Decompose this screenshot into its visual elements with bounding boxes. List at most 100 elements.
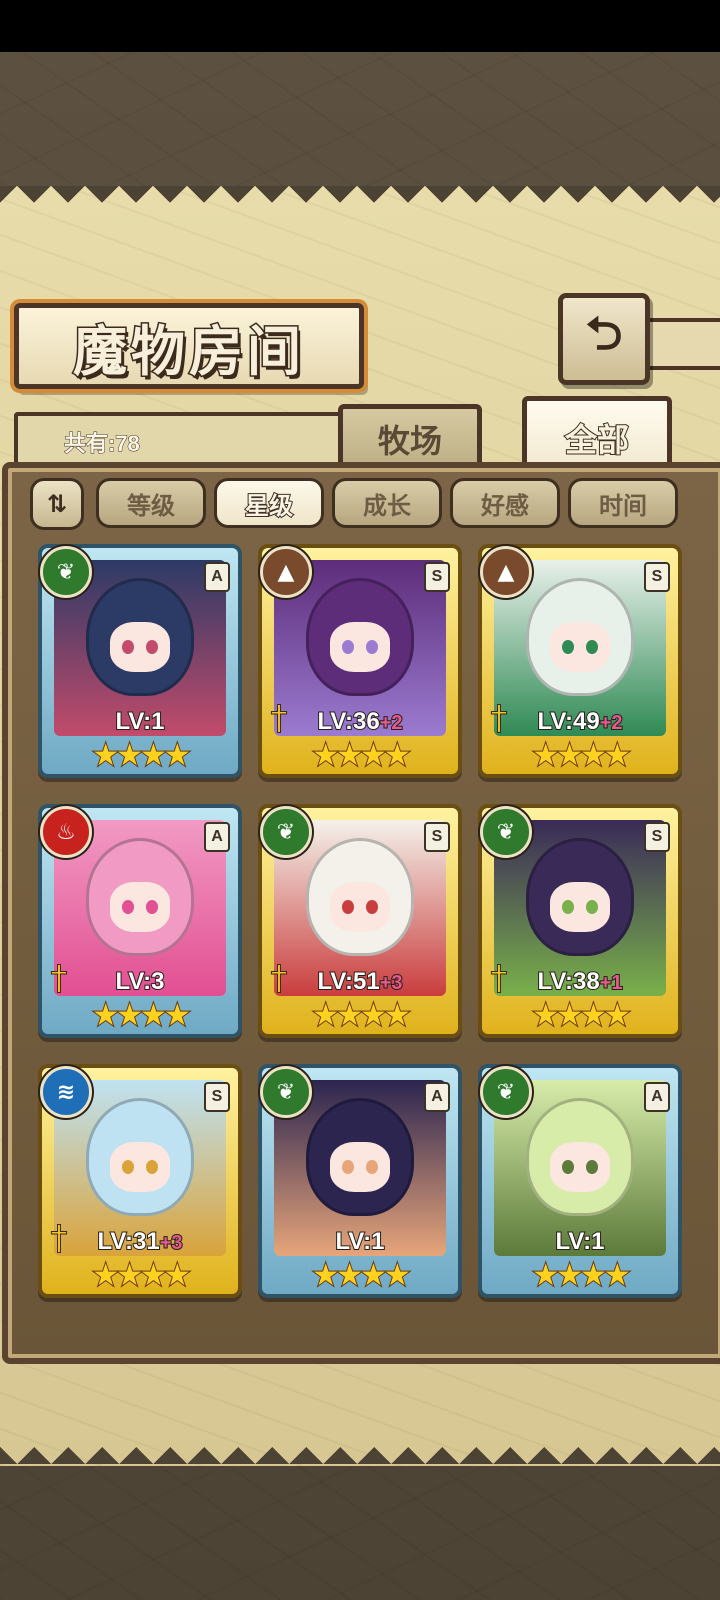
monster-face [330, 622, 390, 672]
monster-level-value: LV:1 [555, 1227, 606, 1256]
monster-level: LV:49+2 [482, 707, 678, 736]
monster-card[interactable]: ♨ A † LV:3 ★★★★ [38, 804, 242, 1038]
monster-card[interactable]: ❦ A LV:1 ★★★★ [478, 1064, 682, 1298]
title-plate: 魔物房间 [14, 303, 364, 389]
star-rating: ★★★★ [531, 997, 632, 1034]
monster-level: LV:51+3 [262, 967, 458, 996]
sort-button-label: 星级 [244, 491, 294, 521]
monster-eye [562, 640, 574, 654]
monster-face [330, 1142, 390, 1192]
monster-level-value: LV:36 [316, 707, 380, 736]
monster-face [110, 1142, 170, 1192]
water-icon: ≋ [40, 1066, 92, 1118]
sort-button-affection[interactable]: 好感 [450, 478, 560, 528]
star-rating: ★★★★ [91, 997, 192, 1034]
monster-level-value: LV:51 [316, 967, 380, 996]
monster-level: LV:31+3 [42, 1227, 238, 1256]
sort-button-label: 好感 [481, 491, 529, 520]
monster-level: LV:1 [42, 707, 238, 736]
monster-level: LV:38+1 [482, 967, 678, 996]
sort-button-growth[interactable]: 成长 [332, 478, 442, 528]
leaf-icon: ❦ [260, 1066, 312, 1118]
rank-badge: S [204, 1082, 230, 1112]
monster-level-bonus: +2 [599, 711, 624, 735]
monster-eye [562, 1160, 574, 1174]
rank-badge: A [204, 822, 230, 852]
rank-badge: A [644, 1082, 670, 1112]
mountain-icon: ▲ [260, 546, 312, 598]
monster-card[interactable]: ❦ A LV:1 ★★★★ [38, 544, 242, 778]
monster-face [110, 882, 170, 932]
star-rating: ★★★★ [311, 1257, 412, 1294]
monster-eye [342, 640, 354, 654]
monster-level-value: LV:49 [536, 707, 600, 736]
tab-ranch[interactable]: 牧场 [338, 404, 482, 469]
sort-button-label: 成长 [363, 491, 411, 520]
monster-eye [366, 640, 378, 654]
monster-level-bonus: +1 [599, 971, 624, 995]
monster-eye [586, 900, 598, 914]
monster-face [330, 882, 390, 932]
monster-level-value: LV:3 [115, 967, 166, 996]
monster-level-value: LV:1 [115, 707, 166, 736]
star-rating: ★★★★ [311, 997, 412, 1034]
monster-eye [122, 640, 134, 654]
status-bar [0, 0, 720, 52]
monster-card[interactable]: ❦ A LV:1 ★★★★ [258, 1064, 462, 1298]
sort-order-icon: ⇅ [46, 490, 68, 518]
leaf-icon: ❦ [260, 806, 312, 858]
sort-button-label: 等级 [127, 491, 175, 520]
monster-face [110, 622, 170, 672]
rank-badge: A [424, 1082, 450, 1112]
monster-card[interactable]: ▲ S † LV:36+2 ★★★★ [258, 544, 462, 778]
leaf-icon: ❦ [480, 1066, 532, 1118]
rank-badge: S [424, 822, 450, 852]
monster-level: LV:36+2 [262, 707, 458, 736]
monster-eye [342, 1160, 354, 1174]
sort-order-toggle[interactable]: ⇅ [30, 478, 84, 530]
rank-badge: A [204, 562, 230, 592]
monster-level: LV:1 [482, 1227, 678, 1256]
flame-icon: ♨ [40, 806, 92, 858]
mountain-icon: ▲ [480, 546, 532, 598]
star-rating: ★★★★ [531, 1257, 632, 1294]
sort-bar: ⇅ 等级 星级 成长 好感 时间 [30, 478, 690, 530]
monster-eye [342, 900, 354, 914]
monster-eye [146, 900, 158, 914]
monster-eye [146, 640, 158, 654]
monster-card[interactable]: ≋ S † LV:31+3 ★★★★ [38, 1064, 242, 1298]
monster-card[interactable]: ▲ S † LV:49+2 ★★★★ [478, 544, 682, 778]
sort-button-level[interactable]: 等级 [96, 478, 206, 528]
rank-badge: S [424, 562, 450, 592]
monster-face [550, 882, 610, 932]
monster-level: LV:1 [262, 1227, 458, 1256]
collection-count: 共有:78 [64, 431, 141, 457]
monster-level-value: LV:31 [96, 1227, 160, 1256]
sort-button-label: 时间 [599, 491, 647, 520]
monster-card[interactable]: ❦ S † LV:38+1 ★★★★ [478, 804, 682, 1038]
star-rating: ★★★★ [91, 1257, 192, 1294]
leaf-icon: ❦ [480, 806, 532, 858]
star-rating: ★★★★ [91, 737, 192, 774]
back-button[interactable]: ⮌ [558, 293, 650, 385]
monster-level-bonus: +3 [379, 971, 404, 995]
panel-bottom-edge [0, 1430, 720, 1464]
monster-level-value: LV:1 [335, 1227, 386, 1256]
rank-badge: S [644, 562, 670, 592]
page-title: 魔物房间 [72, 317, 305, 384]
monster-eye [586, 640, 598, 654]
monster-eye [146, 1160, 158, 1174]
monster-card[interactable]: ❦ S † LV:51+3 ★★★★ [258, 804, 462, 1038]
tab-all-label: 全部 [564, 420, 630, 460]
monster-level-bonus: +3 [159, 1231, 184, 1255]
monster-face [550, 622, 610, 672]
sort-button-time[interactable]: 时间 [568, 478, 678, 528]
monster-eye [366, 900, 378, 914]
star-rating: ★★★★ [531, 737, 632, 774]
monster-eye [122, 900, 134, 914]
sort-button-star[interactable]: 星级 [214, 478, 324, 528]
monster-level-bonus: +2 [379, 711, 404, 735]
tab-ranch-label: 牧场 [377, 422, 442, 460]
rank-badge: S [644, 822, 670, 852]
panel-top-edge [0, 186, 720, 220]
